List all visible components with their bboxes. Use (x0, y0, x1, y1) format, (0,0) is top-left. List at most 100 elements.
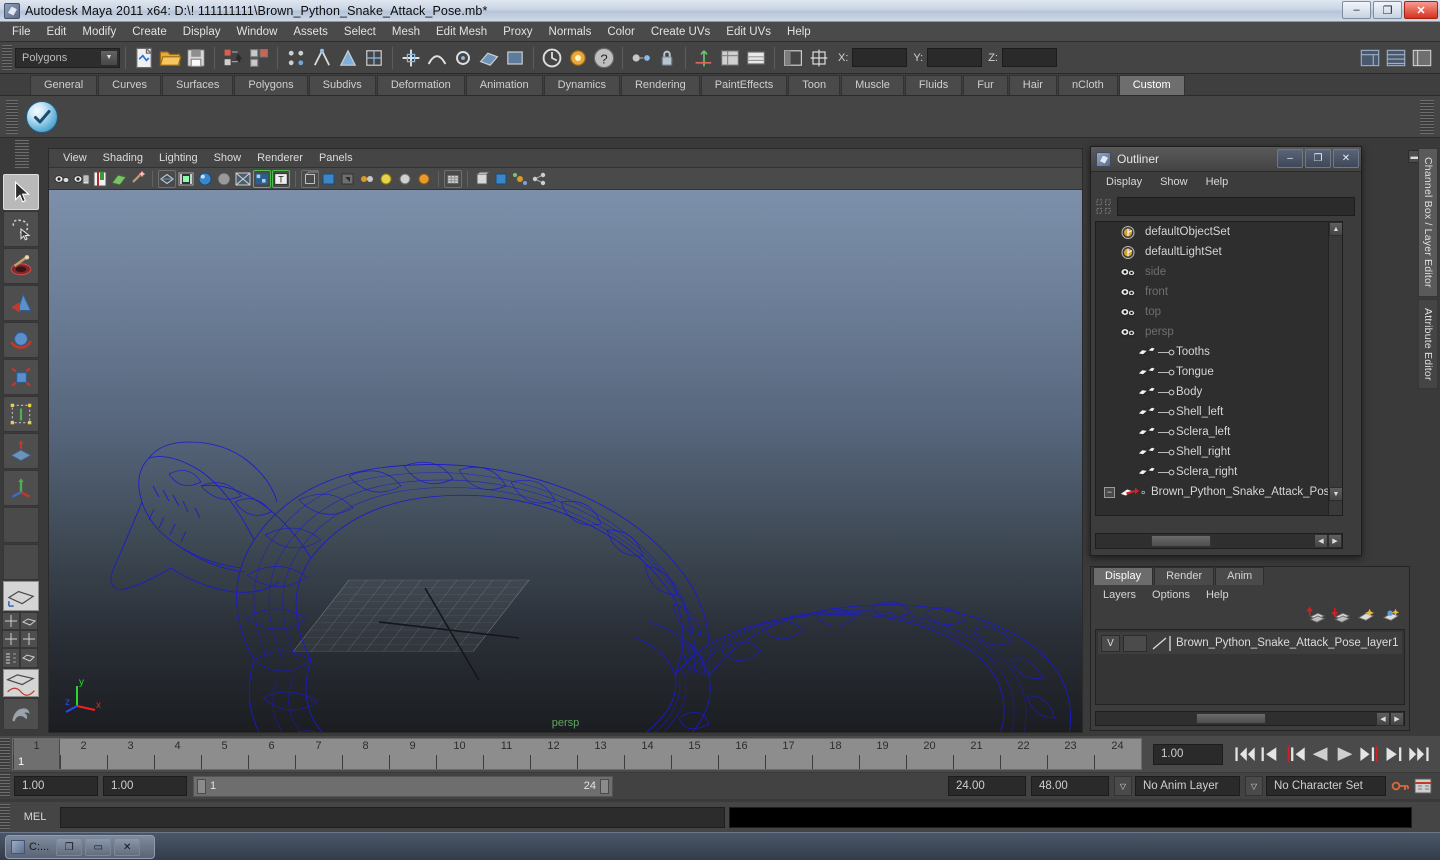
render-globals-icon[interactable] (566, 46, 590, 70)
range-start-handle[interactable] (197, 778, 206, 794)
layer-color-swatch[interactable] (1150, 635, 1172, 652)
snap-to-plane-icon[interactable] (477, 46, 501, 70)
shelf-tab-rendering[interactable]: Rendering (620, 75, 700, 95)
character-set-dropdown-arrow[interactable]: ▽ (1245, 776, 1263, 796)
layer-scroll-left-button[interactable]: ◀ (1376, 711, 1390, 726)
menu-item-edit-mesh[interactable]: Edit Mesh (428, 24, 495, 40)
custom-shelf-checkmark-icon[interactable] (26, 100, 58, 133)
outliner-scroll-down-button[interactable]: ▼ (1329, 487, 1342, 501)
rotate-tool[interactable] (3, 322, 39, 358)
outliner-item-sclera-left[interactable]: Sclera_left (1096, 422, 1342, 442)
layer-editor-tab-anim[interactable]: Anim (1215, 567, 1265, 585)
outliner-item-body[interactable]: Body (1096, 382, 1342, 402)
play-forwards-button[interactable] (1332, 742, 1357, 766)
shade-options-icon[interactable] (234, 170, 252, 188)
layout-persp-graph-editor[interactable] (3, 669, 39, 697)
menu-item-assets[interactable]: Assets (285, 24, 336, 40)
anim-end-time-field[interactable]: 48.00 (1031, 776, 1109, 796)
command-line-gripper[interactable] (0, 804, 10, 830)
lasso-tool[interactable] (3, 211, 39, 247)
create-empty-layer-icon[interactable] (1356, 606, 1376, 624)
sidebar-toolsettings-toggle-icon[interactable] (1410, 46, 1434, 70)
outliner-item-tongue[interactable]: Tongue (1096, 362, 1342, 382)
outliner-scroll-up-button[interactable]: ▲ (1329, 222, 1342, 236)
shelf-tab-fluids[interactable]: Fluids (904, 75, 963, 95)
menu-item-create-uvs[interactable]: Create UVs (643, 24, 718, 40)
play-backwards-button[interactable] (1307, 742, 1332, 766)
step-forward-key-button[interactable] (1382, 742, 1407, 766)
layer-row[interactable]: V Brown_Python_Snake_Attack_Pose_layer1 (1098, 632, 1402, 654)
outliner-menu-display[interactable]: Display (1099, 175, 1149, 189)
outliner-item-persp[interactable]: persp (1096, 322, 1342, 342)
select-camera-icon[interactable] (53, 170, 71, 188)
layout-hypergraph-icon[interactable] (2, 648, 20, 668)
anim-layer-field[interactable]: No Anim Layer (1135, 776, 1240, 796)
layout-single-perspective[interactable] (3, 581, 39, 611)
save-scene-icon[interactable] (184, 46, 208, 70)
minimize-button[interactable]: – (1342, 1, 1371, 19)
layer-editor-tab-display[interactable]: Display (1093, 567, 1154, 585)
shelf-tab-muscle[interactable]: Muscle (841, 75, 904, 95)
sidebar-channelbox-toggle-icon[interactable] (1358, 46, 1382, 70)
soft-modification-tool[interactable] (3, 433, 39, 469)
light-yellow-icon[interactable] (377, 170, 395, 188)
mel-label[interactable]: MEL (10, 811, 60, 823)
menu-item-edit[interactable]: Edit (39, 24, 75, 40)
layer-menu-layers[interactable]: Layers (1097, 588, 1142, 602)
layer-playback-toggle[interactable] (1123, 634, 1147, 652)
select-by-object-icon[interactable] (247, 46, 271, 70)
attribute-spread-icon[interactable] (744, 46, 768, 70)
shelf-tab-fur[interactable]: Fur (963, 75, 1008, 95)
menu-item-display[interactable]: Display (175, 24, 229, 40)
menu-item-mesh[interactable]: Mesh (384, 24, 428, 40)
component-editor-icon[interactable] (718, 46, 742, 70)
shelf-tab-surfaces[interactable]: Surfaces (161, 75, 234, 95)
outliner-item-side[interactable]: side (1096, 262, 1342, 282)
shadows-icon[interactable] (339, 170, 357, 188)
menu-item-file[interactable]: File (4, 24, 39, 40)
shelf-tab-painteffects[interactable]: PaintEffects (700, 75, 788, 95)
chevron-down-icon[interactable]: ▼ (100, 49, 118, 66)
anim-start-time-field[interactable]: 1.00 (14, 776, 98, 796)
snake-wireframe-model[interactable] (49, 190, 1082, 732)
go-to-end-button[interactable] (1407, 742, 1432, 766)
layer-hscroll-thumb[interactable] (1196, 713, 1266, 724)
statusline-gripper[interactable] (2, 44, 12, 71)
outliner-tree[interactable]: defaultObjectSet defaultLightSet side fr… (1095, 221, 1343, 516)
select-component-uv-icon[interactable] (362, 46, 386, 70)
outliner-vertical-scrollbar[interactable]: ▲ ▼ (1328, 222, 1342, 515)
layer-visibility-toggle[interactable]: V (1101, 634, 1120, 652)
tab-attribute-editor[interactable]: Attribute Editor (1418, 298, 1438, 390)
shelf-tab-deformation[interactable]: Deformation (376, 75, 465, 95)
perspective-viewport[interactable]: persp y x z (49, 190, 1082, 732)
layout-two-panes-icon[interactable] (2, 612, 20, 630)
mel-command-input[interactable] (60, 806, 725, 828)
outliner-filter-icon[interactable] (1095, 198, 1112, 215)
light-gray-icon[interactable] (396, 170, 414, 188)
share-node-icon[interactable] (530, 170, 548, 188)
range-slider-gripper[interactable] (0, 774, 10, 798)
layout-persp-graph-icon[interactable] (20, 648, 38, 668)
layer-menu-help[interactable]: Help (1200, 588, 1235, 602)
animation-preferences-icon[interactable] (1412, 776, 1434, 796)
smooth-shade-selected-icon[interactable] (196, 170, 214, 188)
step-back-key-button[interactable] (1257, 742, 1282, 766)
textured-icon[interactable] (253, 169, 271, 188)
new-scene-icon[interactable] (132, 46, 156, 70)
select-component-edge-icon[interactable] (310, 46, 334, 70)
taskbar-close-button[interactable]: ✕ (114, 838, 141, 856)
tab-channel-box-layer-editor[interactable]: Channel Box / Layer Editor (1418, 148, 1438, 297)
outliner-hscroll-thumb[interactable] (1151, 535, 1211, 547)
y-input[interactable] (927, 48, 983, 67)
shelf-tab-dynamics[interactable]: Dynamics (543, 75, 620, 95)
universal-manipulator-tool[interactable] (3, 396, 39, 432)
isolate-select-icon[interactable] (358, 170, 376, 188)
viewport-menu-panels[interactable]: Panels (311, 151, 361, 165)
maximize-button[interactable]: ❐ (1373, 1, 1402, 19)
snap-to-curve-icon[interactable] (425, 46, 449, 70)
viewport-menu-shading[interactable]: Shading (95, 151, 151, 165)
shelf-tab-subdivs[interactable]: Subdivs (308, 75, 376, 95)
layer-editor-tab-render[interactable]: Render (1154, 567, 1215, 585)
menu-item-edit-uvs[interactable]: Edit UVs (718, 24, 779, 40)
layer-list[interactable]: V Brown_Python_Snake_Attack_Pose_layer1 (1095, 629, 1405, 705)
